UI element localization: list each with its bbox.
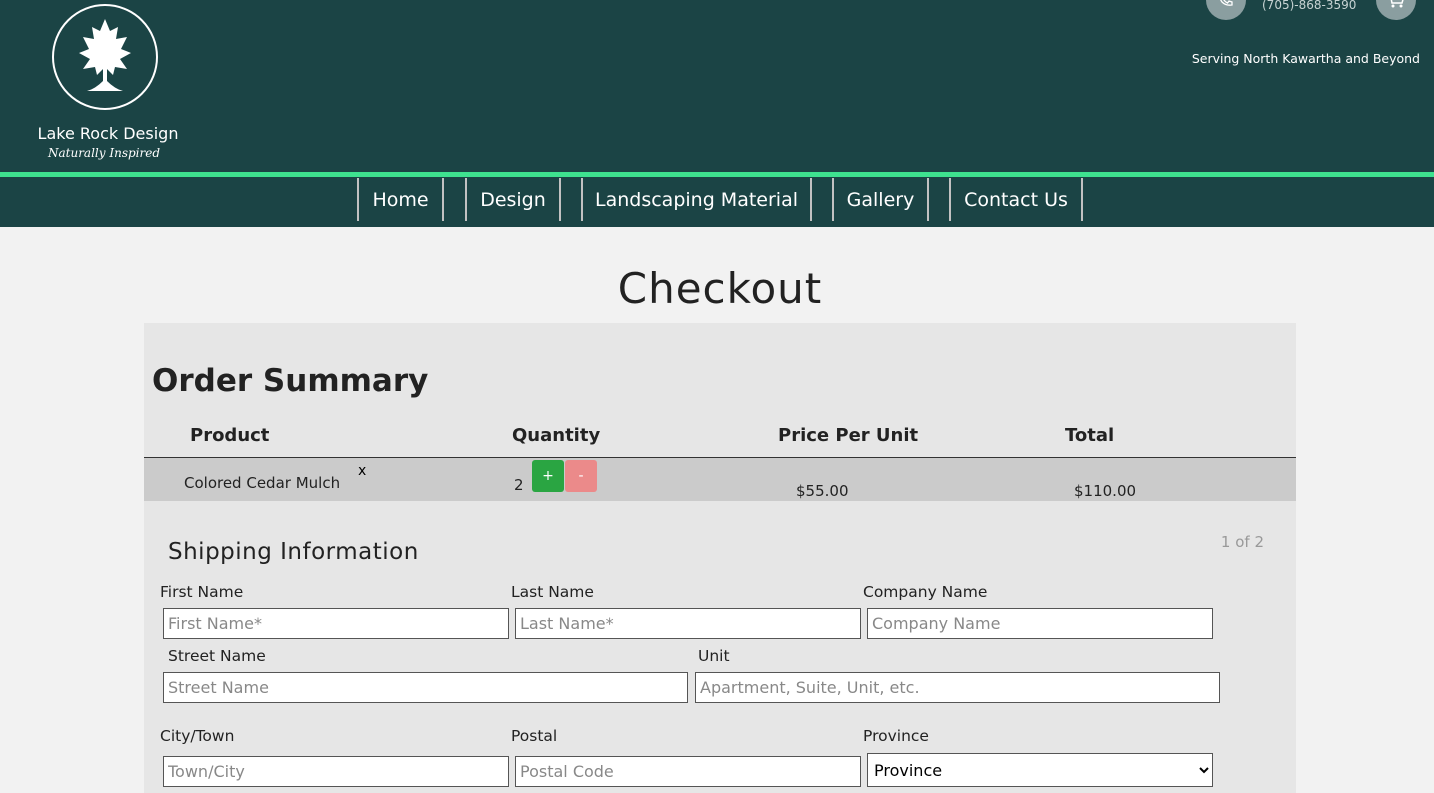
city-label: City/Town xyxy=(160,727,235,745)
unit-input[interactable] xyxy=(695,672,1220,703)
street-name-label: Street Name xyxy=(168,647,266,665)
unit-label: Unit xyxy=(698,647,730,665)
province-select[interactable]: Province xyxy=(867,753,1213,787)
last-name-label: Last Name xyxy=(511,583,594,601)
company-name-input[interactable] xyxy=(867,608,1213,639)
service-area-text: Serving North Kawartha and Beyond xyxy=(1191,51,1420,66)
nav-design[interactable]: Design xyxy=(465,178,561,221)
product-name: Colored Cedar Mulch xyxy=(184,474,341,492)
site-header: Lake Rock Design Naturally Inspired (705… xyxy=(0,0,1434,172)
nav-gallery[interactable]: Gallery xyxy=(832,178,929,221)
postal-code-input[interactable] xyxy=(515,756,861,787)
main-nav: Home Design Landscaping Material Gallery… xyxy=(0,177,1434,227)
cart-icon xyxy=(1390,0,1404,8)
order-summary-title: Order Summary xyxy=(152,363,429,399)
last-name-input[interactable] xyxy=(515,608,861,639)
page-title: Checkout xyxy=(617,264,823,313)
brand-tagline: Naturally Inspired xyxy=(47,146,161,160)
postal-label: Postal xyxy=(511,727,558,745)
increase-quantity-button[interactable]: + xyxy=(532,460,564,492)
remove-item-button[interactable]: x xyxy=(358,463,366,479)
city-input[interactable] xyxy=(163,756,509,787)
step-indicator: 1 of 2 xyxy=(1220,533,1264,551)
column-header-total: Total xyxy=(1065,425,1115,446)
logo[interactable] xyxy=(52,4,158,110)
shipping-title: Shipping Information xyxy=(168,539,419,565)
brand-name: Lake Rock Design xyxy=(37,124,179,143)
phone-number[interactable]: (705)-868-3590 xyxy=(1262,0,1356,12)
phone-button[interactable] xyxy=(1206,0,1246,20)
table-row: Colored Cedar Mulch x 2 + - $55.00 $110.… xyxy=(144,458,1296,501)
nav-landscaping-material[interactable]: Landscaping Material xyxy=(581,178,812,221)
phone-icon xyxy=(1220,0,1233,6)
tree-icon xyxy=(79,19,131,91)
first-name-input[interactable] xyxy=(163,608,509,639)
decrease-quantity-button[interactable]: - xyxy=(565,460,597,492)
column-header-price: Price Per Unit xyxy=(778,425,919,446)
cart-button[interactable] xyxy=(1376,0,1416,20)
street-name-input[interactable] xyxy=(163,672,688,703)
nav-home[interactable]: Home xyxy=(357,178,444,221)
line-total: $110.00 xyxy=(1074,482,1137,500)
company-name-label: Company Name xyxy=(863,583,988,601)
column-header-quantity: Quantity xyxy=(512,425,601,446)
checkout-panel: Order Summary Product Quantity Price Per… xyxy=(144,323,1296,793)
column-header-product: Product xyxy=(190,425,270,446)
province-label: Province xyxy=(863,727,929,745)
first-name-label: First Name xyxy=(160,583,244,601)
price-per-unit: $55.00 xyxy=(796,482,849,500)
nav-contact-us[interactable]: Contact Us xyxy=(949,178,1083,221)
quantity-value: 2 xyxy=(514,476,524,494)
